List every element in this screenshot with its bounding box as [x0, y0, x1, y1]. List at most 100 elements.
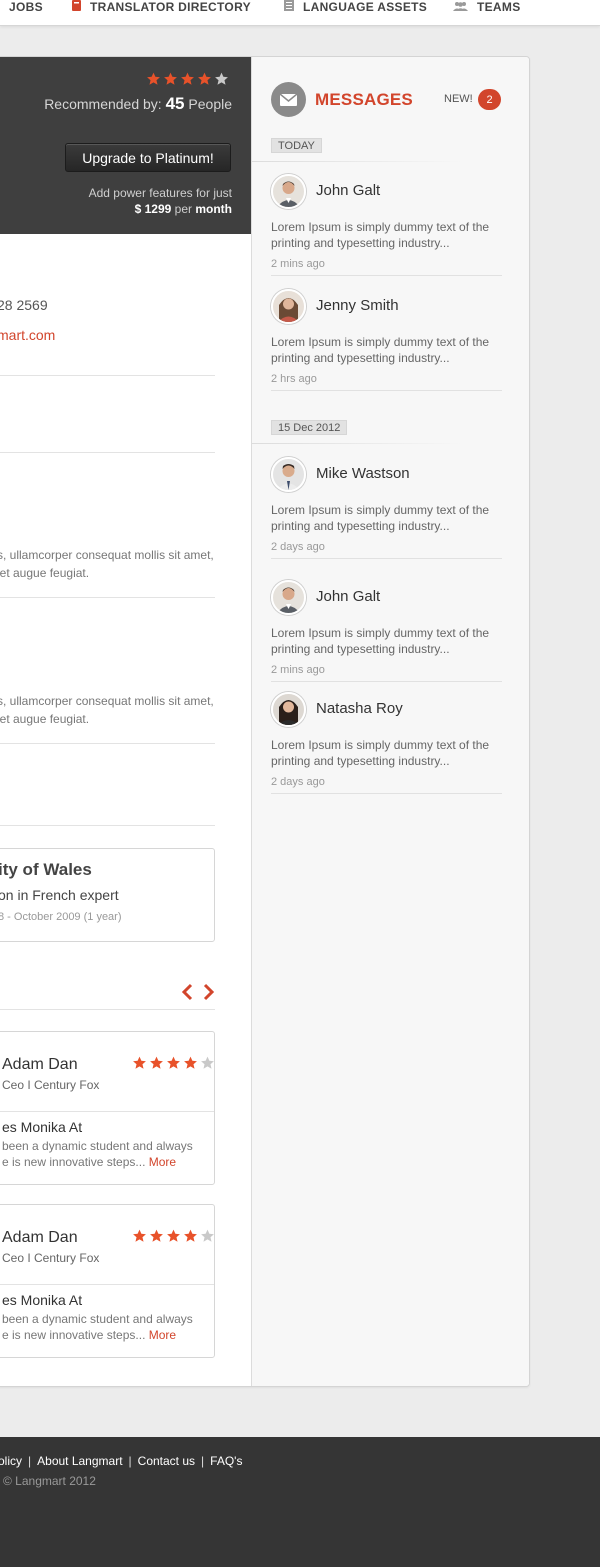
nav-label-jobs: JOBS	[9, 0, 43, 14]
divider	[0, 1009, 215, 1010]
messages-panel: MESSAGES NEW! 2 TODAY John Galt Lorem Ip…	[251, 57, 529, 1386]
sender-name: John Galt	[316, 588, 381, 605]
profile-card: Recommended by: 45 People Upgrade to Pla…	[0, 56, 530, 1387]
avatar	[271, 457, 306, 492]
message-preview: Lorem Ipsum is simply dummy text of the …	[271, 737, 489, 769]
education-entry: ity of Wales on in French expert 8 - Oct…	[0, 848, 215, 942]
star-filled-icon	[164, 72, 177, 85]
nav-item-language-assets[interactable]: LANGUAGE ASSETS	[284, 0, 427, 14]
star-filled-icon	[133, 1056, 146, 1069]
review-subject: es Monika At	[2, 1119, 83, 1135]
message-line: Lorem Ipsum is simply dummy text of the	[271, 335, 490, 349]
message-time: 2 days ago	[271, 541, 325, 553]
team-icon	[453, 0, 468, 14]
recommendation-card: Adam Dan Ceo I Century Fox es Monika At …	[0, 1031, 215, 1185]
star-filled-icon	[198, 72, 211, 85]
nav-item-jobs[interactable]: JOBS	[9, 0, 43, 14]
power-features-label: Add power features for just	[88, 186, 232, 200]
date-group-label: TODAY	[271, 138, 322, 153]
footer: olicy | About Langmart | Contact us | FA…	[0, 1437, 600, 1567]
star-filled-icon	[167, 1056, 180, 1069]
footer-link-faq[interactable]: FAQ's	[210, 1454, 242, 1468]
reviewer-name: Adam Dan	[2, 1056, 78, 1073]
message-time: 2 mins ago	[271, 258, 325, 270]
more-link[interactable]: More	[149, 1155, 176, 1169]
footer-link-about[interactable]: About Langmart	[37, 1454, 122, 1468]
date-divider	[252, 443, 462, 444]
price-period: month	[195, 202, 232, 216]
sender-name: Natasha Roy	[316, 700, 403, 717]
reviewer-name: Adam Dan	[2, 1229, 78, 1246]
review-line: been a dynamic student and always	[2, 1312, 193, 1326]
top-navigation: JOBS TRANSLATOR DIRECTORY LANGUAGE ASSET…	[0, 0, 600, 26]
star-empty-icon	[215, 72, 228, 85]
education-dates: 8 - October 2009 (1 year)	[0, 911, 122, 923]
message-line: printing and typesetting industry...	[271, 519, 450, 533]
star-filled-icon	[181, 72, 194, 85]
review-rating	[132, 1229, 215, 1243]
review-line-2: e is new innovative steps... More	[2, 1327, 193, 1343]
footer-link-policy[interactable]: olicy	[0, 1454, 22, 1468]
sender-name: Mike Wastson	[316, 465, 410, 482]
avatar	[271, 580, 306, 615]
notebook-icon	[72, 0, 81, 14]
new-messages-badge[interactable]: 2	[478, 89, 501, 110]
message-line: printing and typesetting industry...	[271, 351, 450, 365]
date-group-label: 15 Dec 2012	[271, 420, 348, 435]
reviewer-role: Ceo I Century Fox	[2, 1078, 100, 1092]
message-line: Lorem Ipsum is simply dummy text of the	[271, 626, 490, 640]
recommendation-rating	[146, 72, 229, 86]
avatar	[271, 289, 306, 324]
message-preview: Lorem Ipsum is simply dummy text of the …	[271, 334, 489, 366]
message-line: Lorem Ipsum is simply dummy text of the	[271, 220, 490, 234]
star-filled-icon	[184, 1056, 197, 1069]
sender-name: Jenny Smith	[316, 297, 399, 314]
review-text: been a dynamic student and always e is n…	[2, 1138, 193, 1170]
message-divider	[271, 681, 502, 682]
paragraph-line: iet augue feugiat.	[0, 712, 90, 726]
avatar	[271, 174, 306, 209]
nav-item-translator-directory[interactable]: TRANSLATOR DIRECTORY	[72, 0, 251, 14]
avatar	[271, 692, 306, 727]
footer-separator: |	[28, 1454, 32, 1468]
star-filled-icon	[150, 1056, 163, 1069]
price-line: $ 1299 per month	[89, 201, 232, 217]
star-filled-icon	[184, 1229, 197, 1242]
review-text: been a dynamic student and always e is n…	[2, 1311, 193, 1343]
footer-link-contact[interactable]: Contact us	[138, 1454, 195, 1468]
platinum-promo: Recommended by: 45 People Upgrade to Pla…	[0, 57, 251, 234]
previous-arrow-icon[interactable]	[181, 982, 193, 1006]
next-arrow-icon[interactable]	[203, 982, 215, 1006]
message-line: Lorem Ipsum is simply dummy text of the	[271, 503, 490, 517]
message-line: printing and typesetting industry...	[271, 754, 450, 768]
education-institution: ity of Wales	[0, 860, 92, 879]
review-separator	[0, 1284, 214, 1285]
message-time: 2 hrs ago	[271, 373, 317, 385]
message-divider	[271, 558, 502, 559]
review-subject: es Monika At	[2, 1292, 83, 1308]
review-line: e is new innovative steps...	[2, 1328, 146, 1342]
recommended-count: 45	[165, 94, 185, 113]
more-link[interactable]: More	[149, 1328, 176, 1342]
message-preview: Lorem Ipsum is simply dummy text of the …	[271, 502, 489, 534]
review-line-2: e is new innovative steps... More	[2, 1154, 193, 1170]
divider	[0, 452, 215, 453]
email-link[interactable]: mart.com	[0, 327, 55, 343]
price: $ 1299	[134, 202, 172, 216]
message-line: Lorem Ipsum is simply dummy text of the	[271, 738, 490, 752]
sender-name: John Galt	[316, 182, 381, 199]
nav-item-teams[interactable]: TEAMS	[453, 0, 521, 14]
message-divider	[271, 390, 502, 391]
message-time: 2 days ago	[271, 776, 325, 788]
review-separator	[0, 1111, 214, 1112]
document-icon	[284, 0, 294, 14]
recommended-suffix: People	[188, 96, 232, 112]
section-paragraph-1: s, ullamcorper consequat mollis sit amet…	[0, 546, 214, 582]
nav-label-language-assets: LANGUAGE ASSETS	[303, 0, 428, 14]
nav-label-teams: TEAMS	[477, 0, 521, 14]
recommended-prefix: Recommended by:	[44, 96, 162, 112]
recommended-by: Recommended by: 45 People	[44, 94, 232, 114]
star-filled-icon	[147, 72, 160, 85]
paragraph-line: s, ullamcorper consequat mollis sit amet…	[0, 548, 214, 562]
upgrade-platinum-button[interactable]: Upgrade to Platinum!	[65, 143, 231, 172]
